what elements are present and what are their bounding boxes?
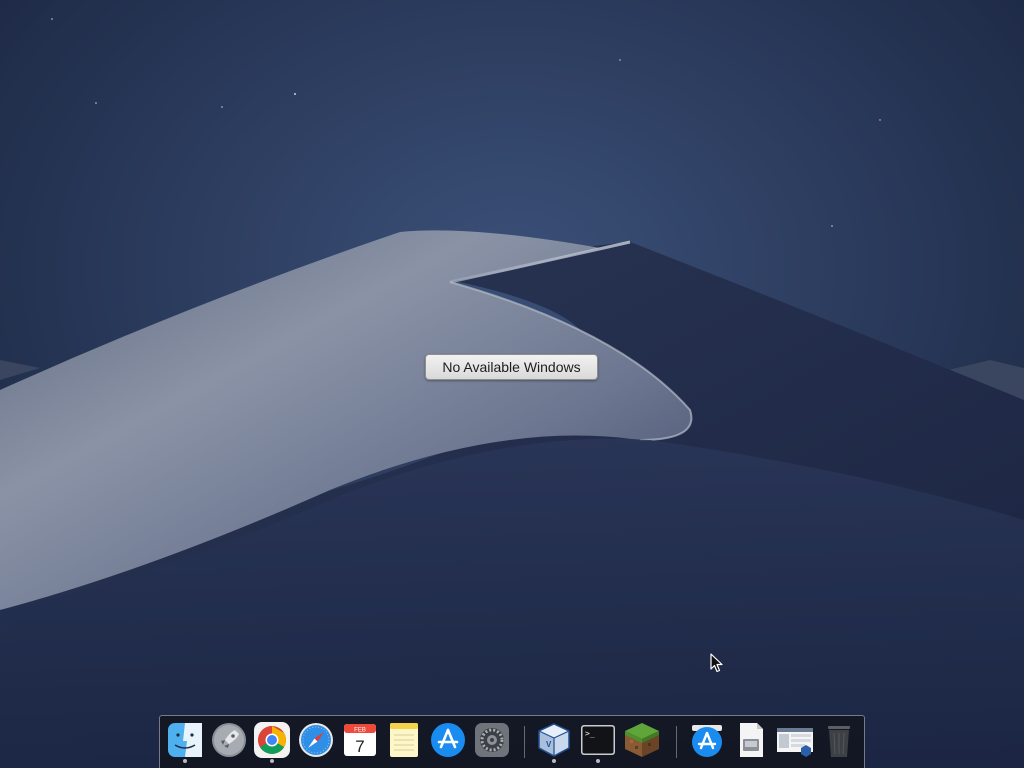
dock-item-system-preferences[interactable] bbox=[473, 721, 511, 759]
minecraft-icon bbox=[625, 723, 659, 757]
calendar-month: FEB bbox=[354, 728, 366, 734]
dock-item-virtualbox[interactable]: V bbox=[535, 721, 573, 763]
dock-item-downloads-stack[interactable] bbox=[688, 721, 726, 759]
system-preferences-icon bbox=[475, 723, 509, 757]
terminal-prompt: >_ bbox=[585, 729, 595, 738]
no-available-windows-label: No Available Windows bbox=[425, 354, 598, 380]
dock-item-finder[interactable] bbox=[166, 721, 204, 763]
chrome-icon bbox=[254, 722, 290, 758]
dock-item-minecraft[interactable] bbox=[623, 721, 661, 759]
dock-divider bbox=[524, 726, 525, 758]
dock-item-google-chrome[interactable] bbox=[253, 721, 291, 763]
virtualbox-icon: V bbox=[538, 723, 570, 757]
mouse-cursor bbox=[710, 653, 723, 673]
safari-icon bbox=[299, 723, 333, 757]
dock-item-terminal[interactable]: >_ bbox=[579, 721, 617, 763]
calendar-day: 7 bbox=[355, 737, 364, 756]
running-indicator bbox=[183, 759, 187, 763]
dock-item-safari[interactable] bbox=[297, 721, 335, 759]
dock-item-document[interactable] bbox=[732, 721, 770, 759]
trash-icon bbox=[828, 726, 850, 757]
screenshot-file-icon bbox=[777, 728, 813, 757]
desktop[interactable]: No Available Windows FEB 7 V >_ bbox=[0, 0, 1024, 768]
terminal-icon: >_ bbox=[581, 725, 615, 755]
app-store-stack-icon bbox=[692, 725, 722, 757]
dock-item-launchpad[interactable] bbox=[210, 721, 248, 759]
notes-icon bbox=[390, 723, 418, 757]
document-icon bbox=[740, 723, 763, 757]
dock-item-app-store[interactable] bbox=[429, 721, 467, 759]
dock-divider bbox=[676, 726, 677, 758]
dock-item-notes[interactable] bbox=[385, 721, 423, 759]
wallpaper-image bbox=[0, 0, 1024, 768]
launchpad-icon bbox=[212, 723, 246, 757]
dock-item-trash[interactable] bbox=[820, 721, 858, 759]
running-indicator bbox=[552, 759, 556, 763]
dock-item-calendar[interactable]: FEB 7 bbox=[341, 721, 379, 759]
running-indicator bbox=[270, 759, 274, 763]
svg-text:V: V bbox=[546, 740, 552, 749]
dock: FEB 7 V >_ bbox=[159, 715, 865, 768]
calendar-icon: FEB 7 bbox=[344, 724, 376, 756]
finder-icon bbox=[168, 723, 202, 757]
running-indicator bbox=[596, 759, 600, 763]
app-store-icon bbox=[431, 723, 465, 757]
dock-item-screenshot-file[interactable] bbox=[776, 721, 814, 759]
